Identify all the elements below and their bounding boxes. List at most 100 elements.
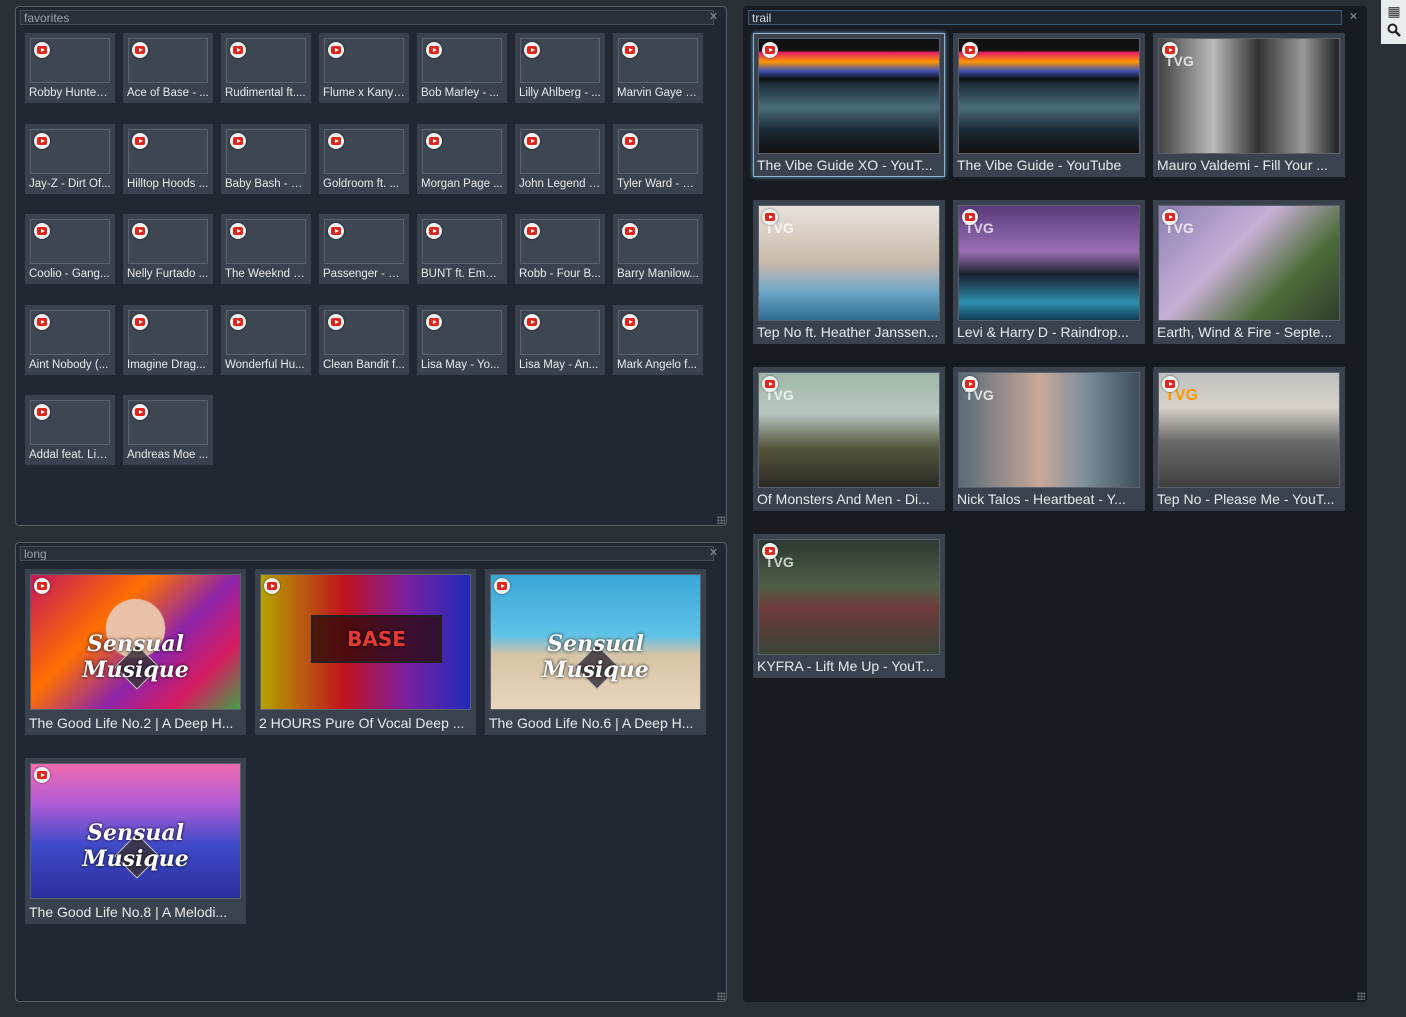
grid-layout-icon[interactable]: ▦ <box>1384 2 1404 20</box>
trail-item[interactable]: The Vibe Guide - YouTube <box>953 33 1145 177</box>
youtube-icon <box>230 132 246 149</box>
favorite-item-title: Lisa May - An... <box>519 358 599 371</box>
youtube-icon <box>34 404 50 420</box>
favorite-item[interactable]: Robby Hunter ... <box>25 33 115 103</box>
thumbnail-overlay-text: Sensual Musique <box>82 820 189 873</box>
youtube-icon <box>494 578 510 594</box>
favorite-item[interactable]: Robb - Four B... <box>515 214 605 284</box>
favorite-item[interactable]: Lilly Ahlberg - ... <box>515 33 605 103</box>
favorite-item-title: Aint Nobody (... <box>29 358 109 371</box>
long-item[interactable]: Sensual Musique The Good Life No.8 | A Me… <box>25 758 246 924</box>
long-item[interactable]: BASE 2 HOURS Pure Of Vocal Deep ... <box>255 569 476 735</box>
favorite-item[interactable]: Tyler Ward - O... <box>613 123 703 194</box>
trail-item[interactable]: TVG Levi & Harry D - Raindrop... <box>953 200 1145 344</box>
trail-item[interactable]: TVG Mauro Valdemi - Fill Your ... <box>1153 33 1345 177</box>
thumbnail: BASE <box>260 574 471 710</box>
trail-title[interactable]: trail <box>748 10 1342 25</box>
favorite-item-title: Jay-Z - Dirt Of... <box>29 177 111 190</box>
favorite-item[interactable]: Barry Manilow... <box>613 214 703 284</box>
thumbnail: TVG <box>758 539 940 655</box>
trail-item[interactable]: TVG Tep No ft. Heather Janssen... <box>753 200 945 344</box>
favorite-item-title: Imagine Drag... <box>127 358 206 371</box>
favorite-item[interactable]: Coolio - Gang... <box>25 214 115 284</box>
long-item[interactable]: Sensual Musique The Good Life No.6 | A De… <box>485 569 706 735</box>
favorite-item[interactable]: Clean Bandit f... <box>319 304 409 375</box>
thumbnail-placeholder <box>226 219 306 264</box>
favorite-item[interactable]: Marvin Gaye - ... <box>613 33 703 103</box>
thumbnail-placeholder <box>30 219 110 264</box>
favorite-item[interactable]: Morgan Page ... <box>417 123 507 194</box>
youtube-icon <box>230 313 246 330</box>
long-resize-grip-icon[interactable] <box>717 992 725 1000</box>
favorites-title[interactable]: favorites <box>20 10 714 25</box>
favorite-item-title: Baby Bash - S... <box>225 177 307 190</box>
youtube-icon <box>524 42 540 58</box>
trail-item[interactable]: TVG Nick Talos - Heartbeat - Y... <box>953 367 1145 511</box>
trail-close-icon[interactable]: ✕ <box>1347 11 1360 24</box>
thumbnail-placeholder <box>422 38 502 83</box>
youtube-icon <box>962 209 978 225</box>
thumbnail-placeholder <box>324 38 404 83</box>
long-item[interactable]: Sensual Musique The Good Life No.2 | A De… <box>25 569 246 735</box>
youtube-icon <box>762 543 778 559</box>
thumbnail: TVG <box>1158 38 1340 154</box>
thumbnail-placeholder <box>618 309 698 355</box>
youtube-icon <box>328 313 344 330</box>
favorite-item[interactable]: Addal feat. Lis... <box>25 395 115 465</box>
thumbnail-placeholder <box>422 128 502 174</box>
favorite-item[interactable]: Imagine Drag... <box>123 304 213 375</box>
trail-item[interactable]: TVG Tep No - Please Me - YouT... <box>1153 367 1345 511</box>
favorite-item[interactable]: Bob Marley - ... <box>417 33 507 103</box>
thumbnail-overlay-text: Sensual Musique <box>542 631 649 684</box>
trail-item[interactable]: TVG Earth, Wind & Fire - Septe... <box>1153 200 1345 344</box>
trail-item[interactable]: TVG Of Monsters And Men - Di... <box>753 367 945 511</box>
favorite-item[interactable]: Andreas Moe ... <box>123 395 213 465</box>
youtube-icon <box>762 209 778 225</box>
youtube-icon <box>762 42 778 58</box>
favorites-resize-grip-icon[interactable] <box>717 516 725 524</box>
trail-item-title: The Vibe Guide - YouTube <box>957 157 1122 173</box>
favorite-item[interactable]: Rudimental ft.... <box>221 33 311 103</box>
youtube-icon <box>132 223 148 239</box>
thumbnail-placeholder <box>30 400 110 445</box>
favorite-item[interactable]: Nelly Furtado ... <box>123 214 213 284</box>
thumbnail-placeholder <box>324 128 404 174</box>
trail-resize-grip-icon[interactable] <box>1357 992 1365 1000</box>
youtube-icon <box>762 376 778 392</box>
thumbnail: TVG <box>758 372 940 488</box>
favorite-item[interactable]: The Weeknd - ... <box>221 214 311 284</box>
youtube-icon <box>328 132 344 149</box>
search-icon[interactable] <box>1384 23 1404 41</box>
thumbnail: TVG <box>1158 205 1340 321</box>
favorite-item[interactable]: Ace of Base - ... <box>123 33 213 103</box>
trail-item[interactable]: The Vibe Guide XO - YouT... <box>753 33 945 177</box>
trail-item[interactable]: TVG KYFRA - Lift Me Up - YouT... <box>753 534 945 678</box>
long-close-icon[interactable]: ✕ <box>707 547 720 560</box>
thumbnail-placeholder <box>226 38 306 83</box>
youtube-icon <box>1162 42 1178 58</box>
thumbnail-placeholder <box>618 38 698 83</box>
favorite-item[interactable]: Jay-Z - Dirt Of... <box>25 123 115 194</box>
favorite-item[interactable]: Aint Nobody (... <box>25 304 115 375</box>
thumbnail: Sensual Musique <box>30 763 241 899</box>
youtube-icon <box>524 313 540 330</box>
favorite-item[interactable]: Passenger - Le... <box>319 214 409 284</box>
favorite-item[interactable]: Mark Angelo f... <box>613 304 703 375</box>
favorite-item[interactable]: Lisa May - Yo... <box>417 304 507 375</box>
youtube-icon <box>132 42 148 58</box>
favorite-item[interactable]: John Legend -... <box>515 123 605 194</box>
favorite-item[interactable]: Wonderful Hu... <box>221 304 311 375</box>
favorite-item[interactable]: Flume x Kanye... <box>319 33 409 103</box>
trail-item-title: Earth, Wind & Fire - Septe... <box>1157 324 1333 340</box>
favorite-item-title: Mark Angelo f... <box>617 358 697 371</box>
long-title[interactable]: long <box>20 546 714 561</box>
favorite-item[interactable]: Goldroom ft. ... <box>319 123 409 194</box>
favorite-item[interactable]: BUNT ft. Emm... <box>417 214 507 284</box>
youtube-icon <box>34 223 50 239</box>
favorite-item[interactable]: Lisa May - An... <box>515 304 605 375</box>
favorite-item[interactable]: Hilltop Hoods ... <box>123 123 213 194</box>
favorite-item-title: Ace of Base - ... <box>127 87 209 99</box>
favorite-item-title: Lilly Ahlberg - ... <box>519 87 601 99</box>
favorite-item[interactable]: Baby Bash - S... <box>221 123 311 194</box>
favorites-close-icon[interactable]: ✕ <box>707 11 720 24</box>
